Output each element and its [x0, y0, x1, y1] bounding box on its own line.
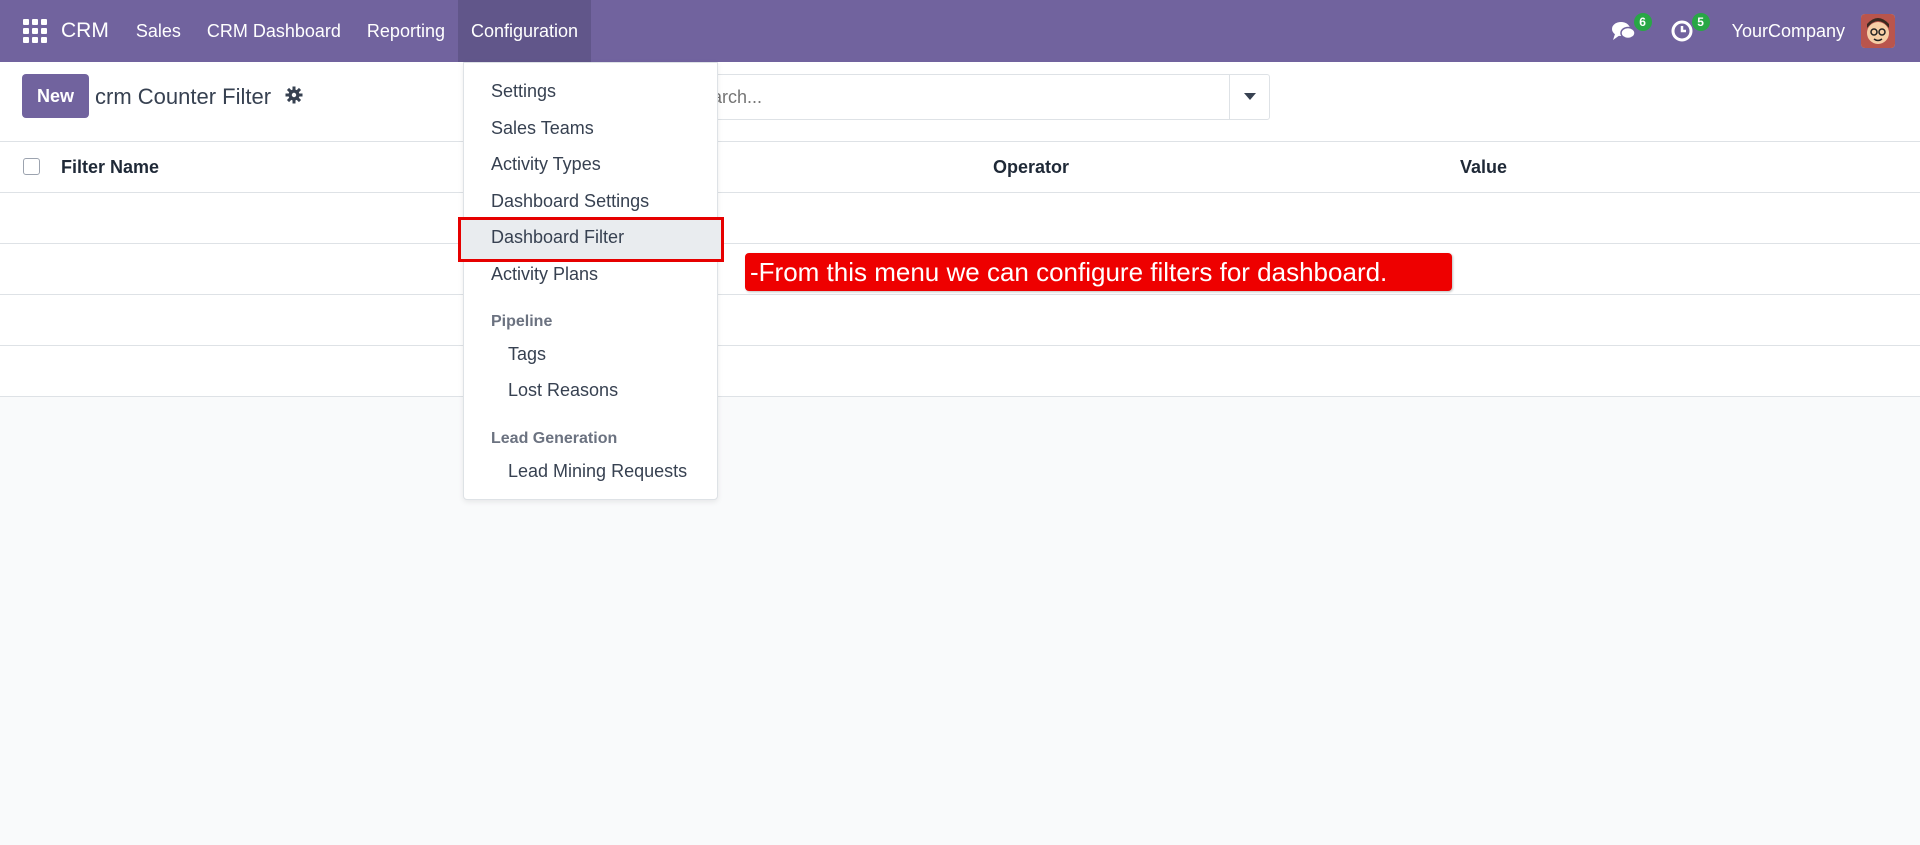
search-input[interactable]	[697, 76, 1232, 118]
select-all-checkbox[interactable]	[23, 158, 40, 175]
table-row	[0, 193, 1920, 244]
chat-bubbles-icon	[1611, 22, 1636, 40]
clock-icon	[1671, 20, 1693, 42]
menu-item-dashboard-settings[interactable]: Dashboard Settings	[491, 191, 649, 212]
list-header: Filter Name Operator Value	[0, 142, 1920, 193]
column-filter-name[interactable]: Filter Name	[61, 157, 159, 178]
column-value[interactable]: Value	[1460, 157, 1507, 178]
nav-configuration[interactable]: Configuration	[457, 0, 592, 62]
menu-item-lead-mining-requests[interactable]: Lead Mining Requests	[508, 461, 687, 482]
menu-item-activity-plans[interactable]: Activity Plans	[491, 264, 598, 285]
apps-grid-icon[interactable]	[23, 19, 47, 43]
configuration-dropdown: Settings Sales Teams Activity Types Dash…	[458, 62, 724, 500]
new-button[interactable]: New	[22, 74, 89, 118]
control-panel: New crm Counter Filter	[0, 62, 1920, 142]
search-options-toggle[interactable]	[1229, 75, 1269, 119]
search-bar	[695, 74, 1270, 120]
nav-crm-dashboard[interactable]: CRM Dashboard	[194, 0, 354, 62]
user-avatar[interactable]	[1861, 14, 1895, 48]
table-row	[0, 295, 1920, 346]
menu-header-lead-generation: Lead Generation	[491, 430, 618, 447]
menu-item-lost-reasons[interactable]: Lost Reasons	[508, 380, 618, 401]
nav-reporting[interactable]: Reporting	[354, 0, 458, 62]
menu-item-dashboard-filter[interactable]: Dashboard Filter	[491, 227, 624, 248]
company-switcher[interactable]: YourCompany	[1732, 21, 1845, 42]
navbar-systray: 6 5 YourCompany	[1608, 0, 1920, 62]
menu-item-tags[interactable]: Tags	[508, 344, 546, 365]
menu-item-sales-teams[interactable]: Sales Teams	[491, 118, 594, 139]
messages-button[interactable]: 6	[1608, 13, 1652, 47]
menu-item-settings[interactable]: Settings	[491, 81, 556, 102]
page-title: crm Counter Filter	[95, 84, 272, 109]
menu-item-activity-types[interactable]: Activity Types	[491, 154, 601, 175]
activities-count-badge: 5	[1691, 13, 1710, 31]
top-navbar: CRM Sales CRM Dashboard Reporting Config…	[0, 0, 1920, 62]
app-brand[interactable]: CRM	[61, 19, 109, 43]
menu-header-pipeline: Pipeline	[491, 313, 553, 330]
table-row	[0, 346, 1920, 397]
activities-button[interactable]: 5	[1666, 13, 1710, 47]
annotation-callout: -From this menu we can configure filters…	[745, 253, 1452, 291]
user-face-icon	[1861, 14, 1895, 48]
column-operator[interactable]: Operator	[993, 157, 1069, 178]
messages-count-badge: 6	[1633, 13, 1652, 31]
nav-sales[interactable]: Sales	[123, 0, 194, 62]
caret-down-icon	[1243, 93, 1256, 100]
gear-icon[interactable]	[285, 86, 303, 104]
